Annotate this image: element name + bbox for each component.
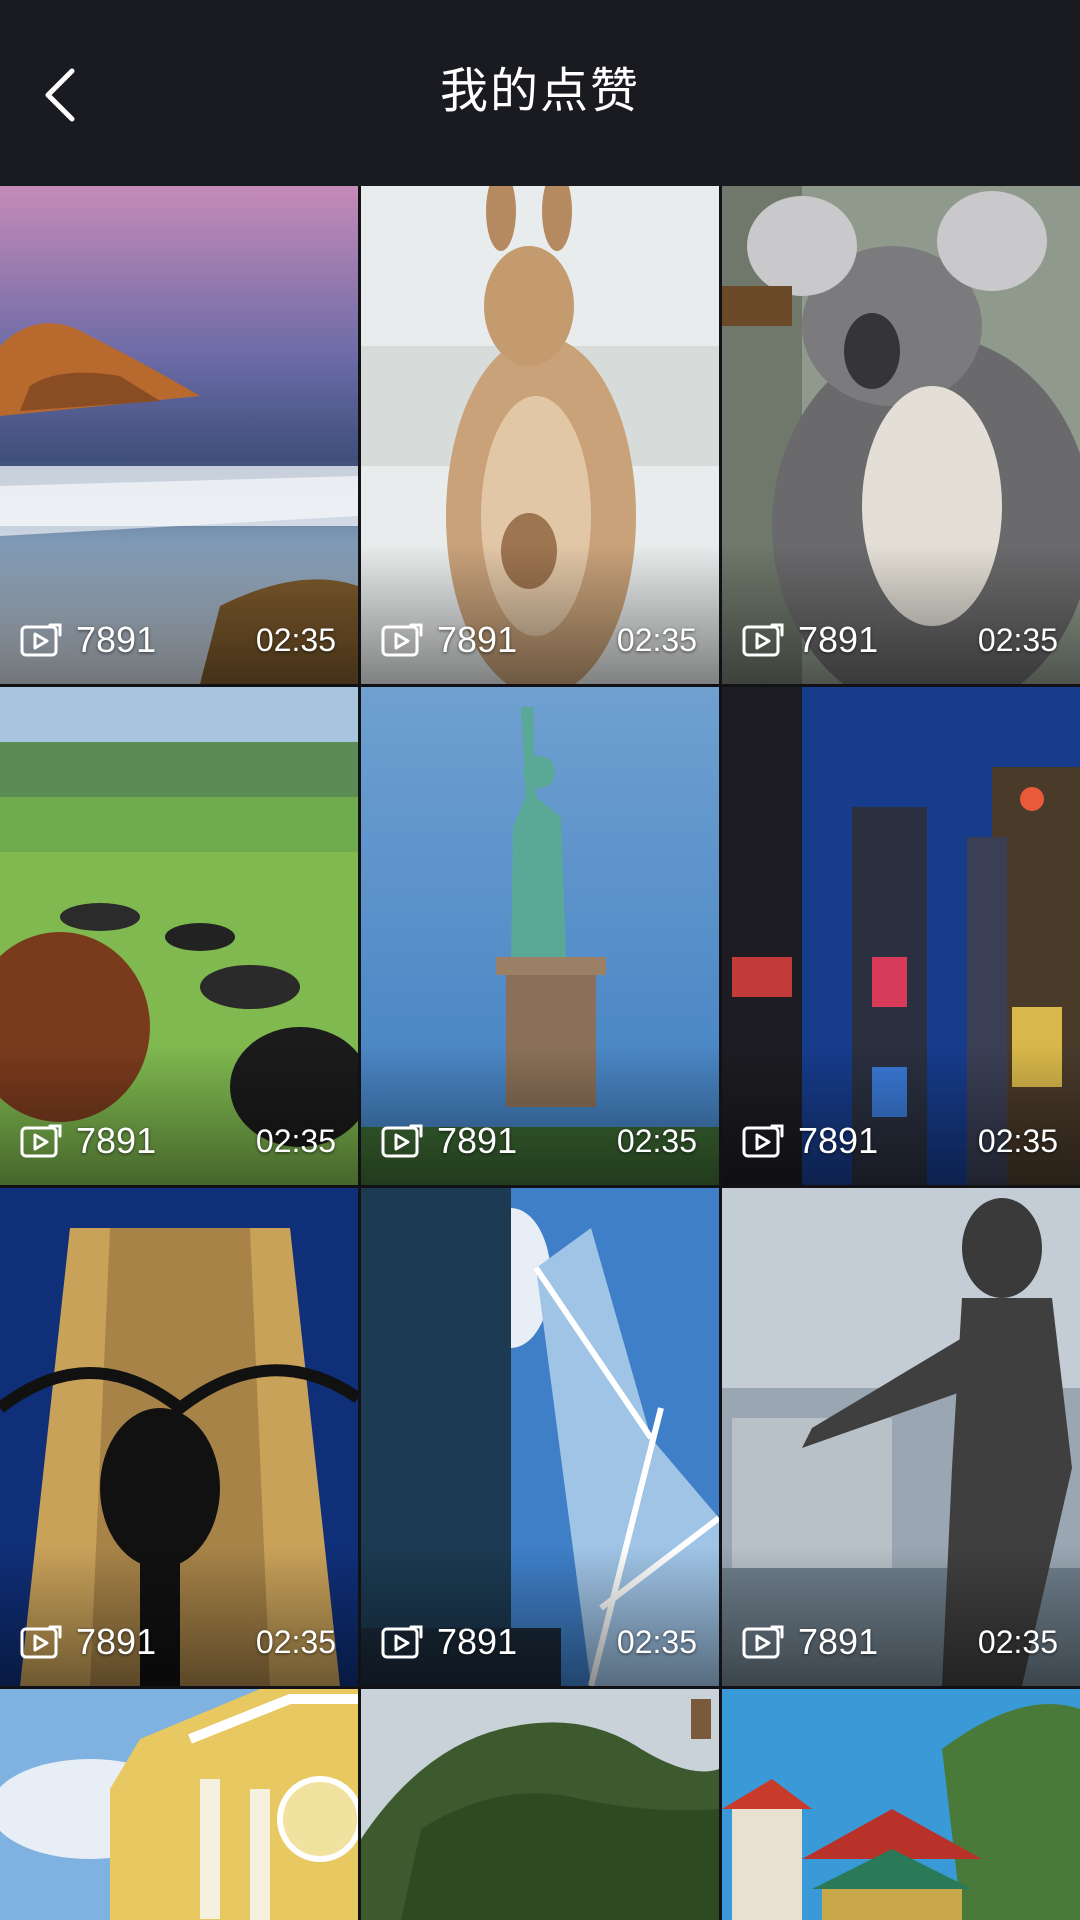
play-count: 7891	[76, 1621, 157, 1662]
video-duration: 02:35	[616, 1624, 697, 1660]
play-count: 7891	[798, 1621, 879, 1662]
video-tile-church[interactable]	[0, 1689, 358, 1920]
video-duration: 02:35	[977, 1624, 1058, 1660]
video-tile-bank-of-china[interactable]: 7891 02:35	[361, 1188, 719, 1686]
video-duration: 02:35	[977, 1123, 1058, 1159]
play-count: 7891	[76, 1120, 157, 1161]
video-tile-temple[interactable]	[722, 1689, 1080, 1920]
tile-stats: 7891 02:35	[361, 1618, 719, 1666]
video-tile-empire-state[interactable]: 7891 02:35	[0, 1188, 358, 1686]
video-play-icon	[381, 623, 423, 657]
video-tile-times-square[interactable]: 7891 02:35	[722, 687, 1080, 1185]
video-play-icon	[742, 623, 784, 657]
play-count: 7891	[76, 619, 157, 660]
thumbnail-green-hill	[361, 1689, 719, 1920]
tile-stats: 7891 02:35	[0, 1117, 358, 1165]
video-duration: 02:35	[616, 622, 697, 658]
tile-stats: 7891 02:35	[0, 616, 358, 664]
tile-stats: 7891 02:35	[361, 1117, 719, 1165]
video-duration: 02:35	[616, 1123, 697, 1159]
play-count: 7891	[437, 1621, 518, 1662]
video-tile-coast[interactable]: 7891 02:35	[0, 186, 358, 684]
video-play-icon	[20, 623, 62, 657]
tile-stats: 7891 02:35	[0, 1618, 358, 1666]
video-duration: 02:35	[255, 1624, 336, 1660]
video-tile-bruce-lee[interactable]: 7891 02:35	[722, 1188, 1080, 1686]
tile-stats: 7891 02:35	[361, 616, 719, 664]
video-play-icon	[20, 1124, 62, 1158]
video-duration: 02:35	[255, 1123, 336, 1159]
play-count: 7891	[437, 1120, 518, 1161]
video-tile-hill[interactable]	[361, 1689, 719, 1920]
video-tile-koala[interactable]: 7891 02:35	[722, 186, 1080, 684]
play-count: 7891	[798, 619, 879, 660]
tile-stats: 7891 02:35	[722, 1618, 1080, 1666]
video-duration: 02:35	[977, 622, 1058, 658]
tile-stats: 7891 02:35	[722, 1117, 1080, 1165]
tile-stats: 7891 02:35	[722, 616, 1080, 664]
video-tile-cows[interactable]: 7891 02:35	[0, 687, 358, 1185]
video-play-icon	[20, 1625, 62, 1659]
play-count: 7891	[437, 619, 518, 660]
video-play-icon	[381, 1124, 423, 1158]
header-bar: 我的点赞	[0, 0, 1080, 186]
video-play-icon	[742, 1625, 784, 1659]
video-play-icon	[742, 1124, 784, 1158]
video-tile-liberty[interactable]: 7891 02:35	[361, 687, 719, 1185]
video-duration: 02:35	[255, 622, 336, 658]
thumbnail-yellow-church	[0, 1689, 358, 1920]
video-tile-kangaroo[interactable]: 7891 02:35	[361, 186, 719, 684]
video-play-icon	[381, 1625, 423, 1659]
thumbnail-chinese-temple	[722, 1689, 1080, 1920]
video-grid: 7891 02:35 7891 02:35 7891 02:35 7891 02…	[0, 186, 1080, 1920]
page-title: 我的点赞	[439, 65, 640, 118]
play-count: 7891	[798, 1120, 879, 1161]
